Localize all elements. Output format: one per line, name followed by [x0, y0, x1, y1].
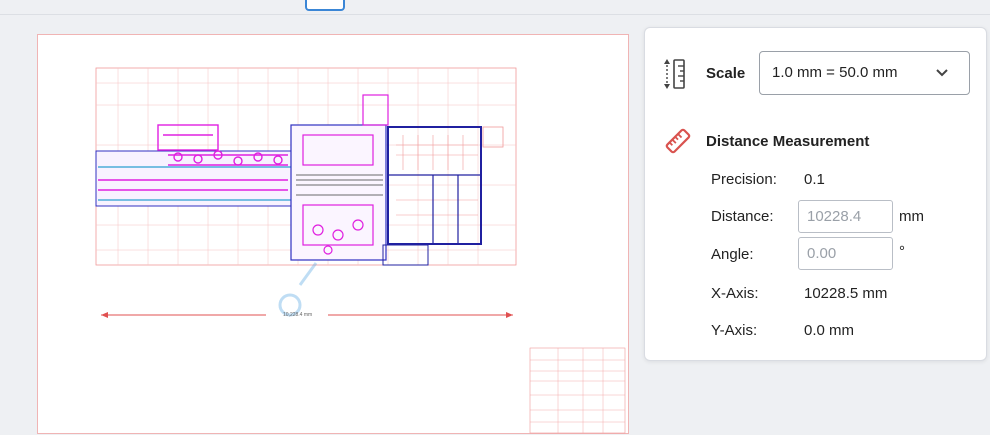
distance-measurement-title: Distance Measurement	[706, 133, 870, 150]
scale-ruler-icon	[664, 59, 685, 89]
drawing-sheet[interactable]: 10,228.4 mm	[37, 34, 629, 434]
angle-label: Angle:	[711, 246, 754, 263]
scale-dropdown[interactable]: 1.0 mm = 50.0 mm	[759, 51, 970, 95]
precision-label: Precision:	[711, 171, 777, 188]
x-axis-value: 10228.5 mm	[804, 285, 888, 302]
distance-label: Distance:	[711, 208, 774, 225]
top-toolbar	[0, 0, 990, 15]
scale-label: Scale	[706, 65, 746, 82]
y-axis-label: Y-Axis:	[711, 322, 758, 339]
toolbar-active-button[interactable]	[305, 0, 345, 11]
scale-selected-value: 1.0 mm = 50.0 mm	[772, 64, 898, 81]
x-axis-label: X-Axis:	[711, 285, 759, 302]
distance-unit: mm	[899, 208, 924, 225]
chevron-down-icon	[936, 69, 948, 77]
angle-unit: °	[899, 243, 905, 260]
dimension-label: 10,228.4 mm	[283, 312, 313, 318]
measurement-panel: Scale 1.0 mm = 50.0 mm Distance Measurem…	[644, 27, 987, 361]
y-axis-value: 0.0 mm	[804, 322, 855, 339]
precision-value: 0.1	[804, 171, 825, 188]
floor-plan-drawing	[95, 67, 626, 434]
ruler-icon	[665, 128, 691, 154]
angle-field[interactable]: 0.00	[798, 237, 893, 270]
distance-field[interactable]: 10228.4	[798, 200, 893, 233]
